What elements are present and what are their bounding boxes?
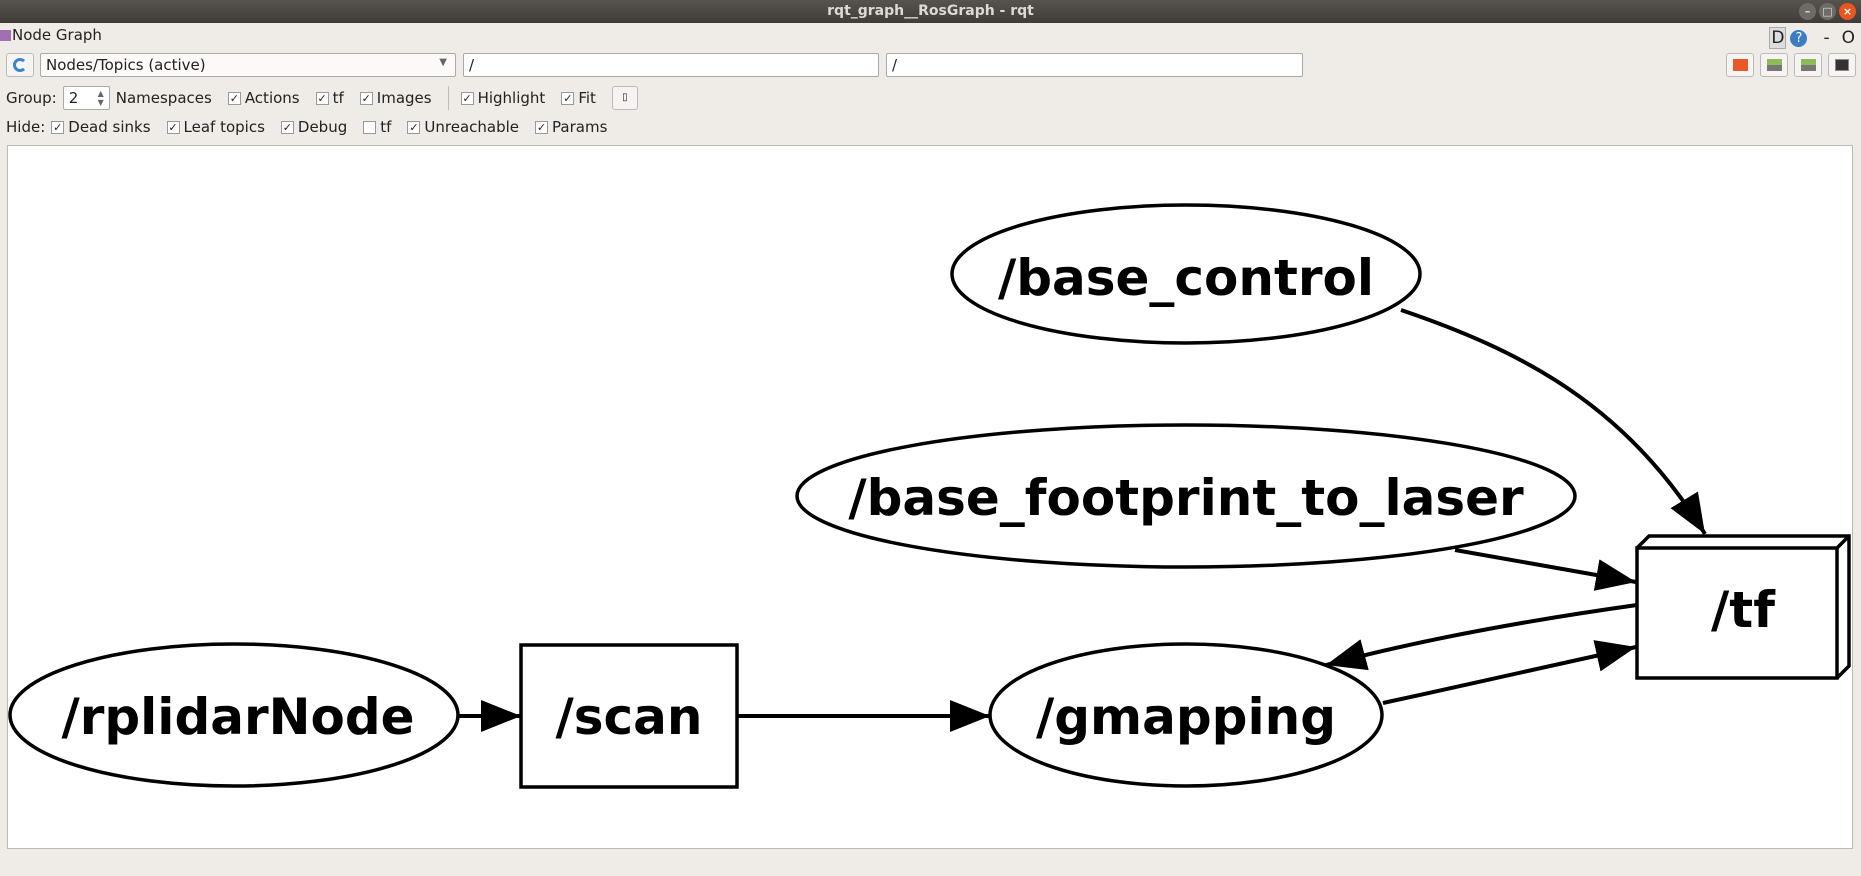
- node-label: /base_footprint_to_laser: [848, 469, 1524, 527]
- edge-gmapping-to-tf: [1382, 640, 1637, 705]
- topic-label: /scan: [556, 688, 703, 746]
- node-label: /rplidarNode: [61, 688, 414, 746]
- node-label: /gmapping: [1036, 688, 1336, 746]
- node-label: /base_control: [998, 249, 1374, 307]
- ros-graph: /base_control /base_footprint_to_laser /…: [8, 203, 1851, 789]
- topic-label: /tf: [1711, 581, 1776, 639]
- edge-bfl-to-tf: [1454, 548, 1637, 591]
